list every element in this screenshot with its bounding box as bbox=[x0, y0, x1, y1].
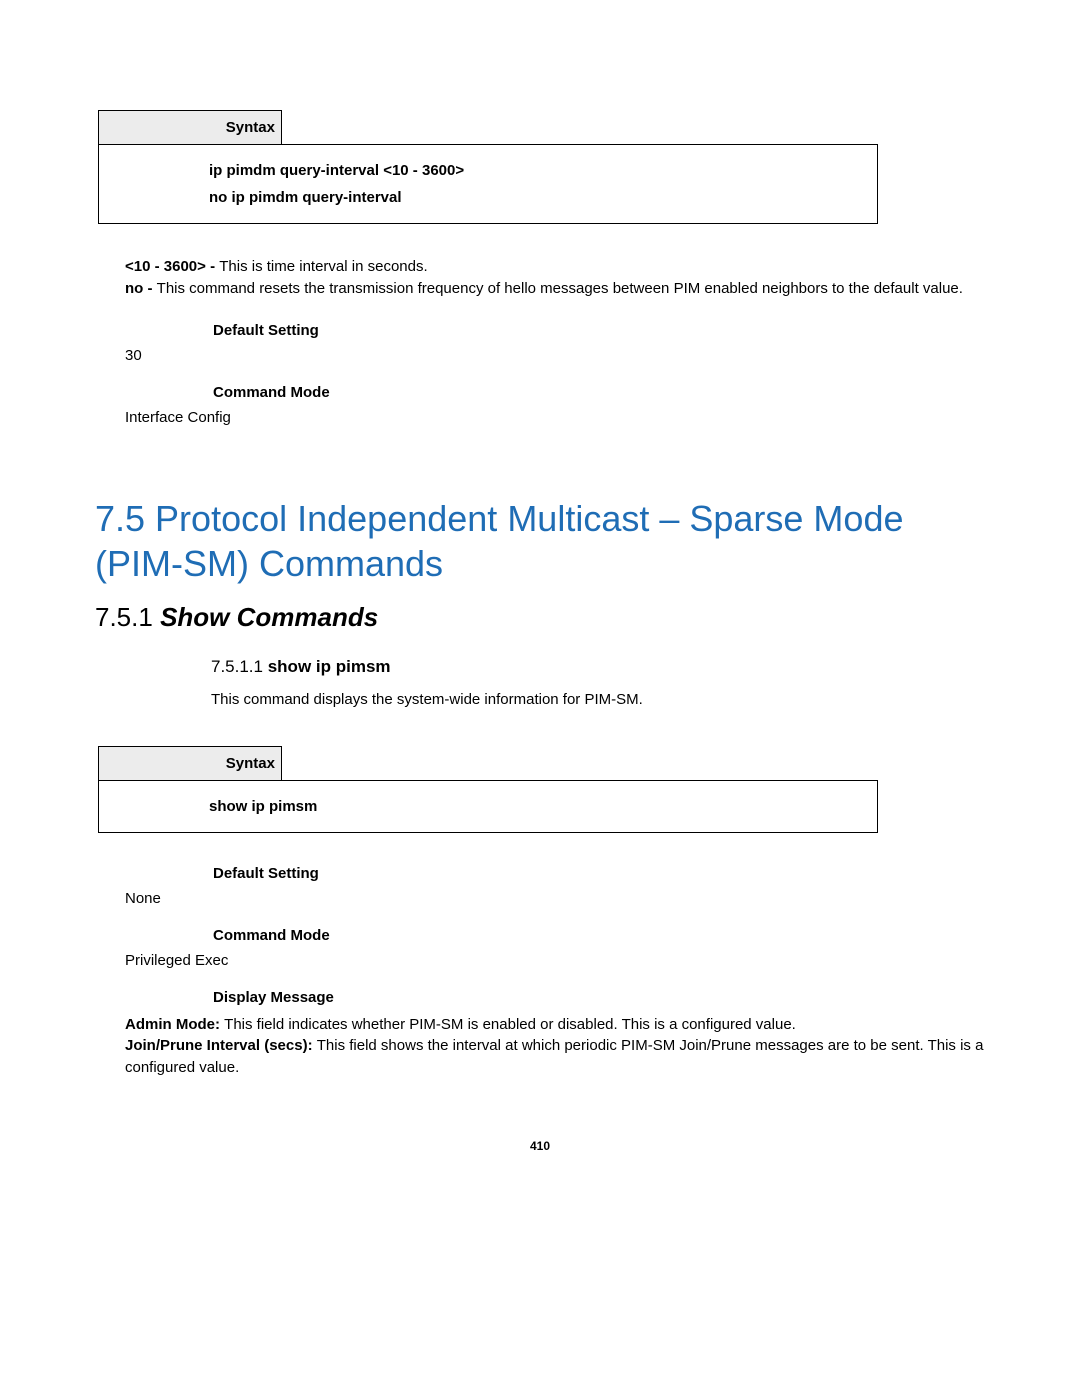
spacer bbox=[282, 746, 878, 780]
no-text: This command resets the transmission fre… bbox=[157, 280, 963, 297]
syntax-body: ip pimdm query-interval <10 - 3600> no i… bbox=[99, 145, 878, 224]
no-term: no - bbox=[125, 280, 157, 297]
document-page: Syntax ip pimdm query-interval <10 - 360… bbox=[0, 0, 1080, 1193]
page-number: 410 bbox=[95, 1139, 985, 1153]
syntax-header: Syntax bbox=[99, 746, 282, 780]
parameter-description: <10 - 3600> - This is time interval in s… bbox=[125, 256, 985, 300]
syntax-box-2: Syntax show ip pimsm bbox=[98, 746, 878, 833]
command-text: show ip pimsm bbox=[268, 657, 391, 676]
command-mode-label: Command Mode bbox=[213, 927, 985, 944]
range-text: This is time interval in seconds. bbox=[219, 258, 427, 275]
command-description: This command displays the system-wide in… bbox=[211, 691, 985, 708]
command-mode-value-1: Interface Config bbox=[125, 409, 985, 426]
admin-mode-text: This field indicates whether PIM-SM is e… bbox=[224, 1016, 796, 1033]
command-mode-value-2: Privileged Exec bbox=[125, 952, 985, 969]
default-setting-value-1: 30 bbox=[125, 347, 985, 364]
subsection-title: 7.5.1 Show Commands bbox=[95, 602, 985, 633]
command-number: 7.5.1.1 bbox=[211, 657, 268, 676]
syntax-line-1: show ip pimsm bbox=[209, 793, 871, 820]
subsection-number: 7.5.1 bbox=[95, 602, 160, 632]
range-term: <10 - 3600> - bbox=[125, 258, 219, 275]
join-prune-term: Join/Prune Interval (secs): bbox=[125, 1037, 317, 1054]
display-message-block: Admin Mode: This field indicates whether… bbox=[125, 1014, 985, 1079]
syntax-box-1: Syntax ip pimdm query-interval <10 - 360… bbox=[98, 110, 878, 224]
syntax-body: show ip pimsm bbox=[99, 780, 878, 832]
section-title: 7.5 Protocol Independent Multicast – Spa… bbox=[95, 496, 985, 586]
spacer bbox=[282, 111, 878, 145]
command-mode-label: Command Mode bbox=[213, 384, 985, 401]
default-setting-value-2: None bbox=[125, 890, 985, 907]
display-message-label: Display Message bbox=[213, 989, 985, 1006]
command-title: 7.5.1.1 show ip pimsm bbox=[211, 657, 985, 677]
subsection-text: Show Commands bbox=[160, 602, 378, 632]
syntax-line-1: ip pimdm query-interval <10 - 3600> bbox=[209, 157, 871, 184]
default-setting-label: Default Setting bbox=[213, 322, 985, 339]
syntax-line-2: no ip pimdm query-interval bbox=[209, 184, 871, 211]
admin-mode-term: Admin Mode: bbox=[125, 1016, 224, 1033]
default-setting-label: Default Setting bbox=[213, 865, 985, 882]
syntax-header: Syntax bbox=[99, 111, 282, 145]
